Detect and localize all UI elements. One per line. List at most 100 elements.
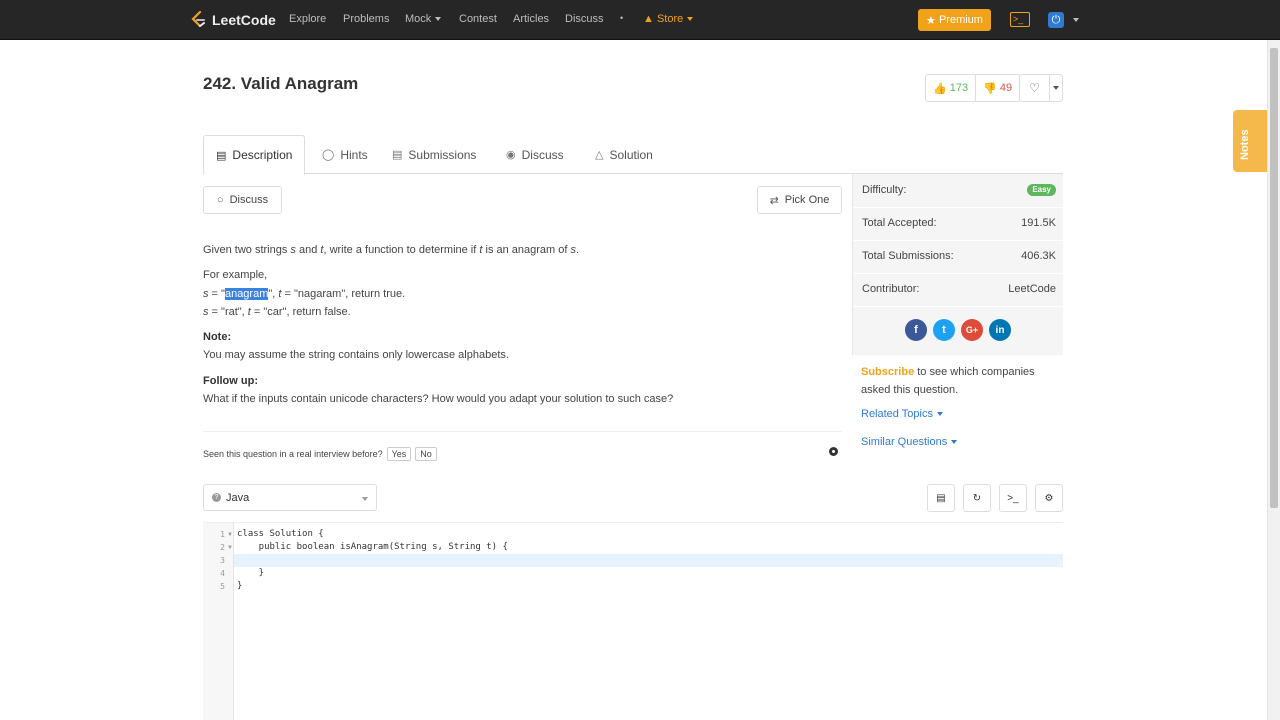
stats-divider (853, 240, 1064, 241)
related-topics-label: Related Topics (861, 408, 933, 420)
nav-problems-link[interactable]: Problems (343, 13, 389, 25)
gear-icon[interactable] (829, 447, 838, 456)
downvote-count: 49 (999, 82, 1013, 94)
submissions-label: Total Submissions: (862, 250, 954, 262)
interview-yes-button[interactable]: Yes (386, 447, 412, 461)
code-editor[interactable]: 1 ▼ 2 ▼ 3 4 5 class Solution { public bo… (203, 522, 1063, 720)
difficulty-row: Difficulty: Easy (862, 184, 1056, 196)
line-number: 5 (220, 582, 225, 591)
code-line[interactable]: public boolean isAnagram(String s, Strin… (237, 542, 508, 552)
settings-gear-icon[interactable]: ⚙ (1035, 484, 1063, 512)
nav-store-label: Store (656, 13, 684, 25)
interview-no-button[interactable]: No (415, 447, 437, 461)
store-icon: ▲ (643, 13, 654, 25)
chevron-down-icon (936, 412, 943, 417)
flask-icon: △ (595, 149, 604, 161)
thumbs-up-icon: 👍 (933, 82, 947, 95)
section-divider (203, 431, 842, 432)
vote-group: 👍 173 👎 49 (925, 74, 1021, 102)
brand-logo-link[interactable]: LeetCode (190, 10, 276, 30)
thumbs-down-icon: 👎 (983, 82, 997, 95)
fold-arrow-icon[interactable]: ▼ (227, 545, 233, 551)
nav-store-link[interactable]: ▲ Store (643, 13, 694, 25)
code-line[interactable]: class Solution { (237, 529, 324, 539)
note-text: You may assume the string contains only … (203, 349, 509, 361)
example-1: s = "anagram", t = "nagaram", return tru… (203, 288, 406, 300)
linkedin-icon[interactable]: in (989, 319, 1011, 341)
pick-one-button[interactable]: ⇄ Pick One (757, 186, 842, 214)
subscribe-link[interactable]: Subscribe (861, 366, 914, 378)
favorite-dropdown-button[interactable] (1050, 75, 1062, 101)
upvote-button[interactable]: 👍 173 (926, 75, 977, 101)
difficulty-badge: Easy (1027, 184, 1056, 196)
code-line[interactable]: } (237, 568, 264, 578)
accepted-row: Total Accepted: 191.5K (862, 217, 1056, 229)
reset-code-icon[interactable]: ↻ (963, 484, 991, 512)
contributor-label: Contributor: (862, 283, 920, 295)
nav-mock-label: Mock (405, 13, 432, 25)
contributor-value: LeetCode (1008, 283, 1056, 295)
accepted-label: Total Accepted: (862, 217, 937, 229)
comments-icon: ◉ (506, 149, 516, 161)
problem-tabs: ▤ Description ◯ Hints ▤ Submissions ◉ Discus… (203, 135, 1063, 175)
language-select[interactable]: ? Java (203, 484, 377, 511)
code-line[interactable] (237, 555, 280, 565)
chevron-down-icon (435, 17, 442, 22)
document-icon: ▤ (392, 149, 403, 161)
power-icon[interactable]: ⏻ (1048, 12, 1064, 28)
interview-question-text: Seen this question in a real interview b… (203, 449, 383, 459)
code-file-icon[interactable]: ▤ (927, 484, 955, 512)
stats-divider (853, 273, 1064, 274)
tab-discuss[interactable]: ◉ Discuss (506, 135, 564, 174)
problem-title: 242. Valid Anagram (203, 74, 359, 93)
line-number: 4 (220, 569, 225, 578)
language-selected-value: Java (226, 491, 250, 504)
nav-separator-dot: • (620, 13, 624, 23)
tab-solution[interactable]: △ Solution (595, 135, 653, 174)
tab-description[interactable]: ▤ Description (203, 135, 306, 175)
brand-name: LeetCode (212, 12, 276, 28)
tab-solution-label: Solution (609, 147, 653, 162)
nav-discuss-link[interactable]: Discuss (565, 13, 604, 25)
downvote-button[interactable]: 👎 49 (976, 75, 1019, 101)
tab-description-label: Description (232, 148, 293, 162)
chevron-down-icon (362, 497, 368, 501)
notes-label: Notes (1239, 129, 1251, 160)
interview-question: Seen this question in a real interview b… (203, 447, 437, 461)
nav-explore-link[interactable]: Explore (289, 13, 326, 25)
google-plus-icon[interactable]: G+ (961, 319, 983, 341)
related-topics-link[interactable]: Related Topics (861, 408, 943, 420)
heart-icon[interactable]: ♡ (1020, 75, 1050, 101)
scrollbar-thumb[interactable] (1270, 48, 1278, 508)
facebook-icon[interactable]: f (905, 319, 927, 341)
tab-submissions[interactable]: ▤ Submissions (392, 135, 476, 174)
question-icon: ? (212, 493, 221, 502)
discuss-button[interactable]: ○ Discuss (203, 186, 282, 214)
playground-console-icon[interactable]: >_ (1010, 12, 1030, 27)
problem-statement: Given two strings s and t, write a funct… (203, 244, 580, 256)
nav-mock-link[interactable]: Mock (405, 13, 442, 25)
premium-button[interactable]: ★ Premium (918, 9, 991, 31)
nav-articles-link[interactable]: Articles (513, 13, 549, 25)
shuffle-icon: ⇄ (769, 194, 779, 207)
example-2: s = "rat", t = "car", return false. (203, 306, 351, 318)
tab-hints[interactable]: ◯ Hints (322, 135, 368, 174)
nav-contest-link[interactable]: Contest (459, 13, 497, 25)
fold-arrow-icon[interactable]: ▼ (227, 532, 233, 538)
accepted-value: 191.5K (1021, 217, 1056, 229)
similar-questions-link[interactable]: Similar Questions (861, 436, 958, 448)
page-scrollbar[interactable] (1267, 40, 1280, 720)
console-icon[interactable]: >_ (999, 484, 1027, 512)
submissions-value: 406.3K (1021, 250, 1056, 262)
line-number-gutter: 1 ▼ 2 ▼ 3 4 5 (203, 523, 234, 720)
notes-side-tab[interactable]: Notes (1233, 110, 1267, 172)
code-line[interactable]: } (237, 581, 242, 591)
twitter-icon[interactable]: t (933, 319, 955, 341)
selected-text-highlight: anagram (224, 288, 269, 300)
top-navbar: LeetCode Explore Problems Mock Contest A… (0, 0, 1280, 40)
chevron-down-icon[interactable] (1073, 18, 1079, 22)
star-icon: ★ (926, 14, 936, 27)
follow-up-text: What if the inputs contain unicode chara… (203, 393, 674, 405)
discuss-button-label: Discuss (229, 194, 269, 206)
problem-stats-panel: Difficulty: Easy Total Accepted: 191.5K … (852, 174, 1064, 355)
